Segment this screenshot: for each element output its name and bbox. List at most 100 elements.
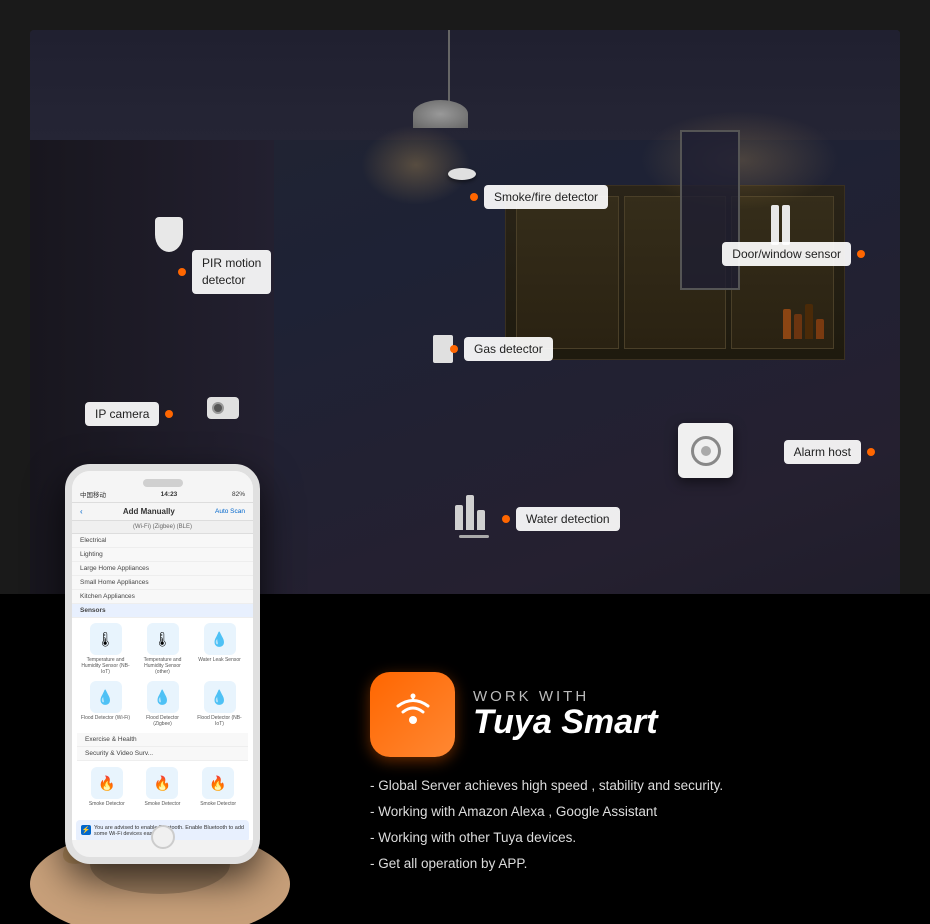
main-container: Smoke/fire detector Door/window sensor P…: [0, 0, 930, 924]
flood-icon-1: 💧: [90, 681, 122, 713]
flood-label-3: Flood Detector (NB-IoT): [195, 715, 245, 727]
nav-sensors[interactable]: Sensors: [72, 604, 253, 618]
feature-1: - Global Server achieves high speed , st…: [370, 777, 890, 796]
tuya-smart-text: Tuya Smart: [473, 704, 658, 741]
bottle-shelf: [783, 304, 824, 339]
phone-notch: [143, 479, 183, 487]
phone-content: Electrical Lighting Large Home Appliance…: [72, 534, 253, 840]
phone-section: 中国移动 14:23 82% ‹ Add Manually Auto Scan …: [30, 464, 350, 924]
door-label: Door/window sensor: [722, 242, 851, 266]
smoke-detector-device: [448, 168, 476, 180]
app-header-title: Add Manually: [87, 507, 211, 516]
more-nav: Exercise & Health Security & Video Surv.…: [77, 733, 248, 761]
flood-item-2[interactable]: 💧 Flood Detector (Zigbee): [138, 681, 188, 727]
water-base: [459, 535, 489, 538]
alarm-dot: [867, 448, 875, 456]
camera-body: [207, 397, 239, 419]
feature-3: - Working with other Tuya devices.: [370, 829, 890, 848]
features-list: - Global Server achieves high speed , st…: [370, 777, 890, 874]
nav-small-home[interactable]: Small Home Appliances: [72, 576, 253, 590]
water-bar-3: [477, 510, 485, 530]
pir-label: PIR motion detector: [192, 250, 271, 294]
gas-dot: [450, 345, 458, 353]
phone-status-bar: 中国移动 14:23 82%: [72, 471, 253, 503]
smoke-icon-2: 🔥: [146, 767, 178, 799]
smoke-item-1[interactable]: 🔥 Smoke Detector: [82, 767, 132, 807]
door-window-annotation: Door/window sensor: [722, 242, 865, 266]
sensor-icon-1: 🌡: [90, 623, 122, 655]
smoke-detector-annotation: Smoke/fire detector: [470, 185, 608, 209]
flood-label-1: Flood Detector (Wi-Fi): [81, 715, 130, 721]
door-window-sensor-device: [771, 205, 790, 245]
sensor-label-1: Temperature and Humidity Sensor (NB-IoT): [81, 657, 131, 675]
phone-app-header: ‹ Add Manually Auto Scan: [72, 503, 253, 521]
nav-security[interactable]: Security & Video Surv...: [77, 747, 248, 761]
pendant-shade: [413, 100, 468, 128]
upper-cabinets: [505, 185, 845, 360]
bluetooth-icon: ⚡: [81, 825, 91, 835]
auto-scan-tab[interactable]: Auto Scan: [215, 508, 245, 515]
feature-2: - Working with Amazon Alexa , Google Ass…: [370, 803, 890, 822]
alarm-host-device: [678, 423, 733, 478]
sensor-item-3[interactable]: 💧 Water Leak Sensor: [195, 623, 245, 675]
nav-lighting[interactable]: Lighting: [72, 548, 253, 562]
status-time: 14:23: [161, 491, 178, 498]
sensor-icon-3: 💧: [204, 623, 236, 655]
smoke-item-label-2: Smoke Detector: [145, 801, 181, 807]
tuya-icon: [370, 672, 455, 757]
pir-label-line2: detector: [202, 273, 245, 287]
phone-frame: 中国移动 14:23 82% ‹ Add Manually Auto Scan …: [65, 464, 260, 864]
sensor-piece-1: [771, 205, 779, 245]
water-bar-2: [466, 495, 474, 530]
sensor-item-1[interactable]: 🌡 Temperature and Humidity Sensor (NB-Io…: [81, 623, 131, 675]
status-battery: 82%: [232, 491, 245, 498]
flood-icon-2: 💧: [147, 681, 179, 713]
tuya-text-group: WORK WITH Tuya Smart: [473, 689, 658, 741]
flood-icon-3: 💧: [204, 681, 236, 713]
camera-dot: [165, 410, 173, 418]
gas-annotation: Gas detector: [450, 337, 553, 361]
feature-4: - Get all operation by APP.: [370, 855, 890, 874]
ip-camera-device: [207, 397, 239, 419]
back-arrow[interactable]: ‹: [80, 507, 83, 516]
smoke-row: 🔥 Smoke Detector 🔥 Smoke Detector 🔥 Smok…: [77, 763, 248, 811]
sensor-item-2[interactable]: 🌡 Temperature and Humidity Sensor (other…: [138, 623, 188, 675]
nav-electrical[interactable]: Electrical: [72, 534, 253, 548]
pir-device: [155, 217, 183, 252]
nav-large-home[interactable]: Large Home Appliances: [72, 562, 253, 576]
water-label: Water detection: [516, 507, 620, 531]
smoke-item-2[interactable]: 🔥 Smoke Detector: [137, 767, 187, 807]
bottle-4: [816, 319, 824, 339]
bottle-1: [783, 309, 791, 339]
sensor-piece-2: [782, 205, 790, 245]
gas-label: Gas detector: [464, 337, 553, 361]
smoke-item-label-3: Smoke Detector: [200, 801, 236, 807]
tuya-section: WORK WITH Tuya Smart - Global Server ach…: [370, 672, 890, 874]
flood-label-2: Flood Detector (Zigbee): [138, 715, 188, 727]
nav-exercise[interactable]: Exercise & Health: [77, 733, 248, 747]
smoke-icon-1: 🔥: [91, 767, 123, 799]
pir-annotation: PIR motion detector: [178, 250, 271, 294]
phone-home-btn[interactable]: [151, 825, 175, 849]
alarm-label: Alarm host: [784, 440, 861, 464]
pendant-glow: [361, 125, 471, 205]
water-annotation: Water detection: [502, 507, 620, 531]
smoke-label: Smoke/fire detector: [484, 185, 608, 209]
camera-annotation: IP camera: [85, 402, 173, 426]
water-dot: [502, 515, 510, 523]
camera-lens: [212, 402, 224, 414]
door-dot: [857, 250, 865, 258]
flood-item-3[interactable]: 💧 Flood Detector (NB-IoT): [195, 681, 245, 727]
status-carrier: 中国移动: [80, 489, 106, 499]
ambient-light: [640, 110, 840, 210]
nav-kitchen[interactable]: Kitchen Appliances: [72, 590, 253, 604]
flood-item-1[interactable]: 💧 Flood Detector (Wi-Fi): [81, 681, 131, 727]
bottle-2: [794, 314, 802, 339]
smoke-icon-3: 🔥: [202, 767, 234, 799]
water-detection-device: [455, 495, 485, 530]
phone-nav-list: Electrical Lighting Large Home Appliance…: [72, 534, 253, 618]
smoke-item-3[interactable]: 🔥 Smoke Detector: [193, 767, 243, 807]
smoke-dot: [470, 193, 478, 201]
cabinet-door-1: [516, 196, 619, 349]
sensor-label-2: Temperature and Humidity Sensor (other): [138, 657, 188, 675]
